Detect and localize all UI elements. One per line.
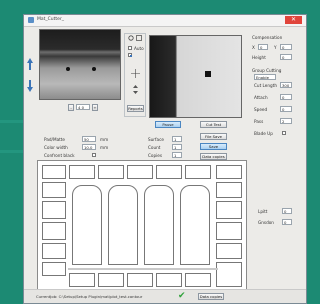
window-title: Mat_Cutter_ (37, 17, 65, 22)
mat-piece[interactable] (42, 182, 66, 198)
gnsdon-field[interactable]: 0 (282, 219, 292, 225)
confront-black-label: Confront black (44, 153, 75, 158)
mat-piece[interactable] (216, 222, 242, 240)
speed-label: Speed (254, 107, 268, 112)
layout-scrollbar[interactable] (68, 268, 218, 270)
hole-marker (66, 67, 70, 71)
cut-length-label: Cut Length (254, 83, 277, 88)
mat-layout-canvas[interactable] (37, 160, 247, 292)
arch-window[interactable] (144, 185, 174, 265)
preview-view[interactable] (149, 35, 242, 118)
mat-piece[interactable] (216, 262, 242, 287)
attach-label: Attach (254, 95, 268, 100)
target-marker (205, 71, 211, 77)
blade-up-label: Blade Up (254, 131, 273, 136)
main-window: Mat_Cutter_ ✕ - 4 0 + Auto Reports Pause… (23, 14, 307, 304)
app-icon (28, 17, 34, 23)
mat-piece[interactable] (42, 262, 66, 276)
pause-button[interactable]: Pause (155, 121, 181, 128)
mat-piece[interactable] (127, 165, 153, 179)
pad-matte-label: Pad/Matte (44, 137, 66, 142)
zoom-minus-button[interactable]: - (68, 104, 74, 111)
count-label: Count (148, 145, 161, 150)
zoom-plus-button[interactable]: + (92, 104, 98, 111)
cutting-header: Group Cutting (252, 68, 282, 73)
option-checkbox[interactable] (128, 53, 132, 57)
mat-piece[interactable] (98, 165, 124, 179)
mat-piece[interactable] (69, 273, 95, 287)
mat-piece[interactable] (127, 273, 153, 287)
save-button[interactable]: Save (200, 143, 227, 150)
pass-field[interactable]: 2 (280, 118, 292, 124)
mat-piece[interactable] (216, 243, 242, 259)
mat-piece[interactable] (185, 273, 211, 287)
mat-piece[interactable] (216, 165, 242, 179)
title-bar[interactable]: Mat_Cutter_ ✕ (24, 15, 306, 27)
cut-test-button[interactable]: Cut Test (200, 121, 227, 128)
mat-piece[interactable] (156, 273, 182, 287)
mat-piece[interactable] (69, 165, 95, 179)
surface-field[interactable]: 1 (172, 136, 182, 142)
copies-label: Copies (148, 153, 163, 158)
arch-window[interactable] (180, 185, 210, 265)
grid-icon[interactable] (136, 35, 142, 41)
blade-up-checkbox[interactable] (282, 131, 286, 135)
mat-piece[interactable] (42, 222, 66, 240)
camera-view[interactable] (39, 29, 121, 100)
arrows-icon[interactable] (131, 85, 140, 94)
cut-length-field[interactable]: 300 (280, 82, 292, 88)
auto-checkbox[interactable] (128, 46, 132, 50)
mat-piece[interactable] (216, 201, 242, 219)
height-label: Height (252, 55, 266, 60)
arch-window[interactable] (72, 185, 102, 265)
reports-button[interactable]: Reports (127, 105, 144, 112)
auto-label: Auto (134, 46, 144, 51)
comp-x-field[interactable]: 0 (258, 44, 268, 50)
surface-label: Surface (148, 137, 164, 142)
mat-piece[interactable] (156, 165, 182, 179)
compensation-header: Compensation (252, 35, 283, 40)
mat-piece[interactable] (216, 182, 242, 198)
mat-piece[interactable] (42, 201, 66, 219)
mat-piece[interactable] (42, 165, 66, 179)
mat-piece[interactable] (185, 165, 211, 179)
comp-x-label: X (252, 45, 255, 50)
up-arrow-icon[interactable] (26, 57, 34, 71)
status-action-button[interactable]: Data copies (198, 293, 224, 300)
job-path-text: CurrentJob: C:\Setup\Setup Plugin\mat\pl… (36, 294, 143, 299)
refresh-icon[interactable] (128, 35, 134, 41)
gnsdon-label: Gnsdon (258, 220, 274, 225)
copies-field[interactable]: 1 (172, 152, 182, 158)
frame-field[interactable]: 4 0 (76, 104, 90, 110)
mat-piece[interactable] (98, 273, 124, 287)
pad-matte-unit: mm (100, 137, 109, 142)
confront-black-checkbox[interactable] (92, 153, 96, 157)
color-width-label: Color width (44, 145, 68, 150)
speed-field[interactable]: 0 (280, 106, 292, 112)
lpitt-field[interactable]: 0 (282, 208, 292, 214)
color-width-field[interactable]: 10.0 (82, 144, 96, 150)
down-arrow-icon[interactable] (26, 79, 34, 93)
mat-piece[interactable] (42, 243, 66, 259)
arch-window[interactable] (108, 185, 138, 265)
count-field[interactable]: 1 (172, 144, 182, 150)
cutting-mode-select[interactable]: Enable (254, 74, 276, 80)
pass-label: Pass (254, 119, 264, 124)
data-copies-button[interactable]: Data copies (200, 153, 227, 160)
close-button[interactable]: ✕ (285, 16, 302, 24)
status-bar: CurrentJob: C:\Setup\Setup Plugin\mat\pl… (24, 289, 306, 303)
comp-y-field[interactable]: 0 (280, 44, 292, 50)
hole-marker (92, 67, 96, 71)
comp-y-label: Y (274, 45, 277, 50)
pad-matte-field[interactable]: 50 (82, 136, 96, 142)
file-save-button[interactable]: File Save (200, 133, 227, 140)
color-width-unit: mm (100, 145, 109, 150)
crosshair-icon[interactable] (131, 69, 140, 78)
attach-field[interactable]: 0 (280, 94, 292, 100)
ok-check-icon: ✔ (178, 291, 186, 301)
height-field[interactable]: 0 (280, 54, 292, 60)
lpitt-label: Lpitt (258, 209, 268, 214)
